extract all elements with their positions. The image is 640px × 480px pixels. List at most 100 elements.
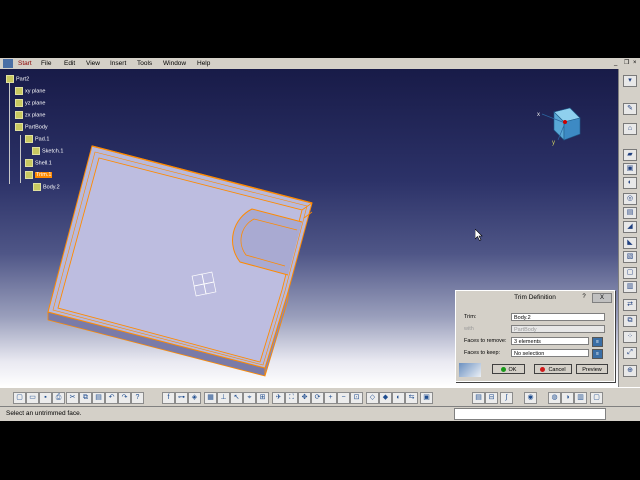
menu-insert[interactable]: Insert <box>110 58 126 69</box>
ok-button[interactable]: OK <box>492 364 525 374</box>
tree-node-partbody[interactable]: PartBody <box>15 123 48 131</box>
toolbar-handle-icon[interactable]: ▾ <box>623 75 637 87</box>
faces-to-keep-field[interactable]: No selection <box>511 349 589 357</box>
tree-node-trim[interactable]: Trim.1 <box>25 171 53 179</box>
analysis-icon[interactable]: ◈ <box>188 392 201 404</box>
tree-node-xy-plane[interactable]: xy plane <box>15 87 46 95</box>
select-icon[interactable]: ↖ <box>230 392 243 404</box>
cut-icon[interactable]: ✂ <box>66 392 79 404</box>
cancel-button[interactable]: Cancel <box>534 364 572 374</box>
zoom-in-icon[interactable]: + <box>324 392 337 404</box>
compass-y-label: y <box>552 140 555 146</box>
shell-icon <box>25 159 33 167</box>
preview-button[interactable]: Preview <box>576 364 608 374</box>
properties-icon[interactable]: ▣ <box>420 392 433 404</box>
undo-icon[interactable]: ↶ <box>105 392 118 404</box>
print-icon[interactable]: ⎙ <box>52 392 65 404</box>
fillet-icon[interactable]: ◢ <box>623 221 637 233</box>
open-icon[interactable]: ▭ <box>26 392 39 404</box>
trim-label: Trim: <box>464 314 477 320</box>
shell-icon[interactable]: ▢ <box>623 267 637 279</box>
paste-icon[interactable]: ▤ <box>92 392 105 404</box>
sketcher-icon[interactable]: ✎ <box>623 103 637 115</box>
catia-menu-icon[interactable] <box>3 59 13 68</box>
normal-view-icon[interactable]: ⊡ <box>350 392 363 404</box>
menu-tools[interactable]: Tools <box>137 58 152 69</box>
pattern-icon[interactable]: ⁘ <box>623 331 637 343</box>
shaft-icon[interactable]: ◐ <box>623 177 637 189</box>
power-input-field[interactable] <box>454 408 606 420</box>
fit-all-icon[interactable]: ⛶ <box>285 392 298 404</box>
minimize-icon[interactable]: _ <box>614 58 617 69</box>
layer-icon[interactable]: ▥ <box>574 392 587 404</box>
bottom-toolbar: ▢ ▭ ▪ ⎙ ✂ ⧉ ▤ ↶ ↷ ? f ⊶ ◈ ▦ ⊥ ↖ ⌖ ⊞ ✈ ⛶ … <box>0 387 640 407</box>
close-icon[interactable]: × <box>633 58 637 69</box>
grid-icon[interactable]: ▦ <box>204 392 217 404</box>
sketch-icon <box>32 147 40 155</box>
tree-node-pad[interactable]: Pad.1 <box>25 135 49 143</box>
compass-icon[interactable]: x y <box>532 104 592 150</box>
dialog-close-button[interactable]: X <box>592 293 612 303</box>
boolean-icon[interactable]: ⊕ <box>623 365 637 377</box>
chamfer-icon[interactable]: ◣ <box>623 237 637 249</box>
axis-icon[interactable]: ⊥ <box>217 392 230 404</box>
snap-icon[interactable]: ⌖ <box>243 392 256 404</box>
trim-field[interactable]: Body.2 <box>511 313 605 321</box>
color-icon[interactable]: ◑ <box>561 392 574 404</box>
formula-icon[interactable]: f <box>162 392 175 404</box>
hide-show-icon[interactable]: ◐ <box>392 392 405 404</box>
tree-node-zx-plane[interactable]: zx plane <box>15 111 46 119</box>
menu-window[interactable]: Window <box>163 58 186 69</box>
knowledge-icon[interactable]: ∫ <box>500 392 513 404</box>
check-sketch-icon[interactable]: ⌂ <box>623 123 637 135</box>
thickness-icon[interactable]: ▥ <box>623 281 637 293</box>
pocket-icon[interactable]: ▣ <box>623 163 637 175</box>
rotate-icon[interactable]: ⟳ <box>311 392 324 404</box>
tree-node-yz-plane[interactable]: yz plane <box>15 99 46 107</box>
swap-space-icon[interactable]: ⇆ <box>405 392 418 404</box>
faces-to-keep-list-icon[interactable]: ≡ <box>592 349 603 359</box>
scale-icon[interactable]: ⤢ <box>623 347 637 359</box>
isometric-view-icon[interactable]: ◇ <box>366 392 379 404</box>
constraint-icon[interactable]: ⊞ <box>256 392 269 404</box>
catalog-icon[interactable]: ▤ <box>472 392 485 404</box>
rib-icon[interactable]: ▤ <box>623 207 637 219</box>
restore-icon[interactable]: ❐ <box>624 58 629 69</box>
dialog-help-button[interactable]: ? <box>580 293 588 301</box>
menu-help[interactable]: Help <box>197 58 210 69</box>
with-field[interactable]: PartBody <box>511 325 605 333</box>
wireframe-icon[interactable]: ▢ <box>590 392 603 404</box>
menu-view[interactable]: View <box>86 58 100 69</box>
pan-icon[interactable]: ✥ <box>298 392 311 404</box>
mirror-icon[interactable]: ⧉ <box>623 315 637 327</box>
compass-x-label: x <box>537 112 540 118</box>
scan-icon[interactable]: ⊟ <box>485 392 498 404</box>
redo-icon[interactable]: ↷ <box>118 392 131 404</box>
fly-icon[interactable]: ✈ <box>272 392 285 404</box>
tree-node-shell[interactable]: Shell.1 <box>25 159 52 167</box>
tree-node-body2[interactable]: Body.2 <box>33 183 60 191</box>
with-label: with <box>464 326 474 332</box>
save-icon[interactable]: ▪ <box>39 392 52 404</box>
draft-icon[interactable]: ▧ <box>623 251 637 263</box>
menu-file[interactable]: File <box>41 58 51 69</box>
new-icon[interactable]: ▢ <box>13 392 26 404</box>
menu-edit[interactable]: Edit <box>64 58 75 69</box>
pad-icon[interactable]: ▰ <box>623 149 637 161</box>
translate-icon[interactable]: ⇄ <box>623 299 637 311</box>
measure-icon[interactable]: ⊶ <box>175 392 188 404</box>
whats-this-icon[interactable]: ? <box>131 392 144 404</box>
apply-material-icon[interactable]: ◍ <box>548 392 561 404</box>
render-icon[interactable]: ◉ <box>524 392 537 404</box>
copy-icon[interactable]: ⧉ <box>79 392 92 404</box>
tree-node-sketch[interactable]: Sketch.1 <box>32 147 63 155</box>
menu-start[interactable]: Start <box>18 58 32 69</box>
body-icon <box>15 123 23 131</box>
trim-icon <box>25 171 33 179</box>
hole-icon[interactable]: ◎ <box>623 193 637 205</box>
faces-to-remove-field[interactable]: 3 elements <box>511 337 589 345</box>
shading-icon[interactable]: ◆ <box>379 392 392 404</box>
tree-root[interactable]: Part2 <box>6 75 29 83</box>
faces-to-remove-list-icon[interactable]: ≡ <box>592 337 603 347</box>
zoom-out-icon[interactable]: − <box>337 392 350 404</box>
